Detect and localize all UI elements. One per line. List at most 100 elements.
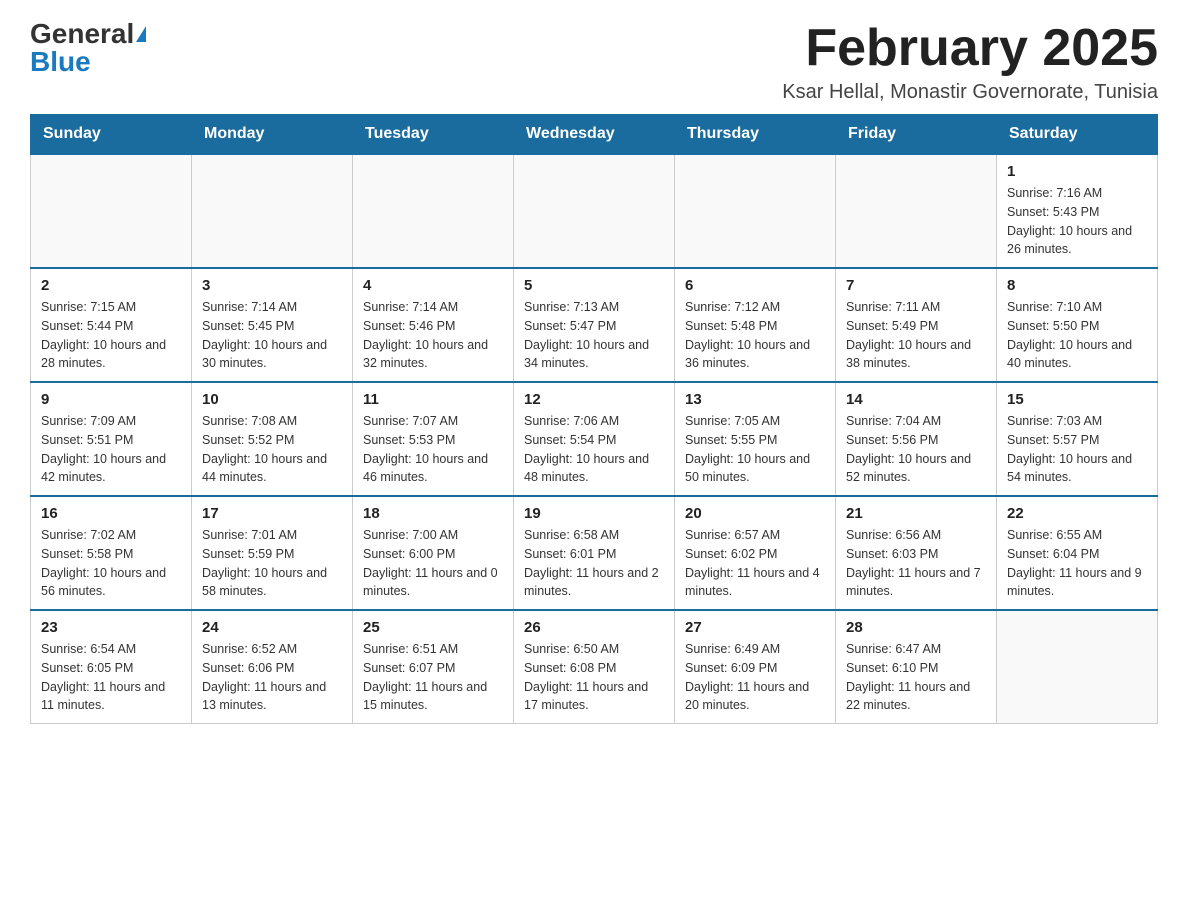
day-info: Sunrise: 7:02 AMSunset: 5:58 PMDaylight:…	[41, 526, 181, 601]
day-info: Sunrise: 7:14 AMSunset: 5:45 PMDaylight:…	[202, 298, 342, 373]
column-header-wednesday: Wednesday	[514, 115, 675, 155]
day-info: Sunrise: 6:56 AMSunset: 6:03 PMDaylight:…	[846, 526, 986, 601]
day-number: 26	[524, 619, 664, 636]
day-number: 25	[363, 619, 503, 636]
calendar-cell: 2 Sunrise: 7:15 AMSunset: 5:44 PMDaylight…	[31, 268, 192, 382]
calendar-cell: 20 Sunrise: 6:57 AMSunset: 6:02 PMDayligh…	[675, 496, 836, 610]
day-number: 17	[202, 505, 342, 522]
column-header-friday: Friday	[836, 115, 997, 155]
calendar-cell: 28Sunrise: 6:47 AMSunset: 6:10 PMDayligh…	[836, 610, 997, 724]
day-info: Sunrise: 6:50 AMSunset: 6:08 PMDaylight:…	[524, 640, 664, 715]
day-info: Sunrise: 7:01 AMSunset: 5:59 PMDaylight:…	[202, 526, 342, 601]
day-number: 28	[846, 619, 986, 636]
calendar-cell: 7 Sunrise: 7:11 AMSunset: 5:49 PMDaylight…	[836, 268, 997, 382]
day-number: 4	[363, 277, 503, 294]
location-subtitle: Ksar Hellal, Monastir Governorate, Tunis…	[782, 81, 1158, 104]
column-header-sunday: Sunday	[31, 115, 192, 155]
day-info: Sunrise: 6:52 AMSunset: 6:06 PMDaylight:…	[202, 640, 342, 715]
calendar-cell: 24 Sunrise: 6:52 AMSunset: 6:06 PMDayligh…	[192, 610, 353, 724]
day-info: Sunrise: 7:11 AMSunset: 5:49 PMDaylight:…	[846, 298, 986, 373]
calendar-cell: 9Sunrise: 7:09 AMSunset: 5:51 PMDaylight…	[31, 382, 192, 496]
day-info: Sunrise: 7:07 AMSunset: 5:53 PMDaylight:…	[363, 412, 503, 487]
day-number: 23	[41, 619, 181, 636]
day-number: 1	[1007, 163, 1147, 180]
day-number: 10	[202, 391, 342, 408]
logo-blue-text: Blue	[30, 48, 91, 76]
day-number: 6	[685, 277, 825, 294]
calendar-cell: 16 Sunrise: 7:02 AMSunset: 5:58 PMDayligh…	[31, 496, 192, 610]
logo: General Blue	[30, 20, 146, 76]
calendar-cell: 3 Sunrise: 7:14 AMSunset: 5:45 PMDaylight…	[192, 268, 353, 382]
day-info: Sunrise: 6:55 AMSunset: 6:04 PMDaylight:…	[1007, 526, 1147, 601]
week-row-2: 2 Sunrise: 7:15 AMSunset: 5:44 PMDaylight…	[31, 268, 1158, 382]
calendar-cell: 27Sunrise: 6:49 AMSunset: 6:09 PMDayligh…	[675, 610, 836, 724]
calendar-cell: 17 Sunrise: 7:01 AMSunset: 5:59 PMDayligh…	[192, 496, 353, 610]
calendar-cell	[836, 154, 997, 268]
calendar-cell: 22 Sunrise: 6:55 AMSunset: 6:04 PMDayligh…	[997, 496, 1158, 610]
day-number: 8	[1007, 277, 1147, 294]
calendar-cell: 15Sunrise: 7:03 AMSunset: 5:57 PMDayligh…	[997, 382, 1158, 496]
calendar-cell: 10 Sunrise: 7:08 AMSunset: 5:52 PMDayligh…	[192, 382, 353, 496]
day-info: Sunrise: 7:15 AMSunset: 5:44 PMDaylight:…	[41, 298, 181, 373]
week-row-3: 9Sunrise: 7:09 AMSunset: 5:51 PMDaylight…	[31, 382, 1158, 496]
day-info: Sunrise: 7:05 AMSunset: 5:55 PMDaylight:…	[685, 412, 825, 487]
day-info: Sunrise: 6:54 AMSunset: 6:05 PMDaylight:…	[41, 640, 181, 715]
day-number: 27	[685, 619, 825, 636]
calendar-cell: 14Sunrise: 7:04 AMSunset: 5:56 PMDayligh…	[836, 382, 997, 496]
day-number: 14	[846, 391, 986, 408]
day-number: 19	[524, 505, 664, 522]
day-info: Sunrise: 6:57 AMSunset: 6:02 PMDaylight:…	[685, 526, 825, 601]
logo-triangle-icon	[136, 26, 146, 42]
calendar-header-row: SundayMondayTuesdayWednesdayThursdayFrid…	[31, 115, 1158, 155]
calendar-cell: 25 Sunrise: 6:51 AMSunset: 6:07 PMDayligh…	[353, 610, 514, 724]
page-header: General Blue February 2025 Ksar Hellal, …	[30, 20, 1158, 104]
day-info: Sunrise: 7:16 AMSunset: 5:43 PMDaylight:…	[1007, 184, 1147, 259]
month-year-title: February 2025	[782, 20, 1158, 77]
week-row-1: 1 Sunrise: 7:16 AMSunset: 5:43 PMDaylight…	[31, 154, 1158, 268]
day-number: 12	[524, 391, 664, 408]
day-info: Sunrise: 7:14 AMSunset: 5:46 PMDaylight:…	[363, 298, 503, 373]
calendar-cell: 8Sunrise: 7:10 AMSunset: 5:50 PMDaylight…	[997, 268, 1158, 382]
column-header-tuesday: Tuesday	[353, 115, 514, 155]
day-info: Sunrise: 6:58 AMSunset: 6:01 PMDaylight:…	[524, 526, 664, 601]
day-info: Sunrise: 7:06 AMSunset: 5:54 PMDaylight:…	[524, 412, 664, 487]
week-row-4: 16 Sunrise: 7:02 AMSunset: 5:58 PMDayligh…	[31, 496, 1158, 610]
column-header-thursday: Thursday	[675, 115, 836, 155]
calendar-cell: 1 Sunrise: 7:16 AMSunset: 5:43 PMDaylight…	[997, 154, 1158, 268]
day-number: 13	[685, 391, 825, 408]
day-number: 24	[202, 619, 342, 636]
calendar-cell: 6Sunrise: 7:12 AMSunset: 5:48 PMDaylight…	[675, 268, 836, 382]
day-info: Sunrise: 7:08 AMSunset: 5:52 PMDaylight:…	[202, 412, 342, 487]
calendar-cell	[353, 154, 514, 268]
day-number: 7	[846, 277, 986, 294]
day-number: 22	[1007, 505, 1147, 522]
day-info: Sunrise: 7:03 AMSunset: 5:57 PMDaylight:…	[1007, 412, 1147, 487]
calendar-cell: 18 Sunrise: 7:00 AMSunset: 6:00 PMDayligh…	[353, 496, 514, 610]
day-number: 3	[202, 277, 342, 294]
calendar-cell	[997, 610, 1158, 724]
calendar-cell: 5Sunrise: 7:13 AMSunset: 5:47 PMDaylight…	[514, 268, 675, 382]
calendar-cell: 21 Sunrise: 6:56 AMSunset: 6:03 PMDayligh…	[836, 496, 997, 610]
calendar-cell: 13 Sunrise: 7:05 AMSunset: 5:55 PMDayligh…	[675, 382, 836, 496]
day-number: 20	[685, 505, 825, 522]
calendar-cell: 23 Sunrise: 6:54 AMSunset: 6:05 PMDayligh…	[31, 610, 192, 724]
day-number: 16	[41, 505, 181, 522]
day-number: 21	[846, 505, 986, 522]
calendar-cell	[514, 154, 675, 268]
day-info: Sunrise: 6:51 AMSunset: 6:07 PMDaylight:…	[363, 640, 503, 715]
calendar-cell	[192, 154, 353, 268]
day-number: 2	[41, 277, 181, 294]
day-info: Sunrise: 7:09 AMSunset: 5:51 PMDaylight:…	[41, 412, 181, 487]
calendar-cell	[31, 154, 192, 268]
calendar-cell: 19 Sunrise: 6:58 AMSunset: 6:01 PMDayligh…	[514, 496, 675, 610]
week-row-5: 23 Sunrise: 6:54 AMSunset: 6:05 PMDayligh…	[31, 610, 1158, 724]
calendar-cell: 26 Sunrise: 6:50 AMSunset: 6:08 PMDayligh…	[514, 610, 675, 724]
calendar-cell: 12 Sunrise: 7:06 AMSunset: 5:54 PMDayligh…	[514, 382, 675, 496]
day-number: 18	[363, 505, 503, 522]
day-info: Sunrise: 7:13 AMSunset: 5:47 PMDaylight:…	[524, 298, 664, 373]
logo-general-text: General	[30, 20, 134, 48]
day-info: Sunrise: 7:00 AMSunset: 6:00 PMDaylight:…	[363, 526, 503, 601]
title-section: February 2025 Ksar Hellal, Monastir Gove…	[782, 20, 1158, 104]
day-number: 11	[363, 391, 503, 408]
calendar-cell: 4 Sunrise: 7:14 AMSunset: 5:46 PMDaylight…	[353, 268, 514, 382]
